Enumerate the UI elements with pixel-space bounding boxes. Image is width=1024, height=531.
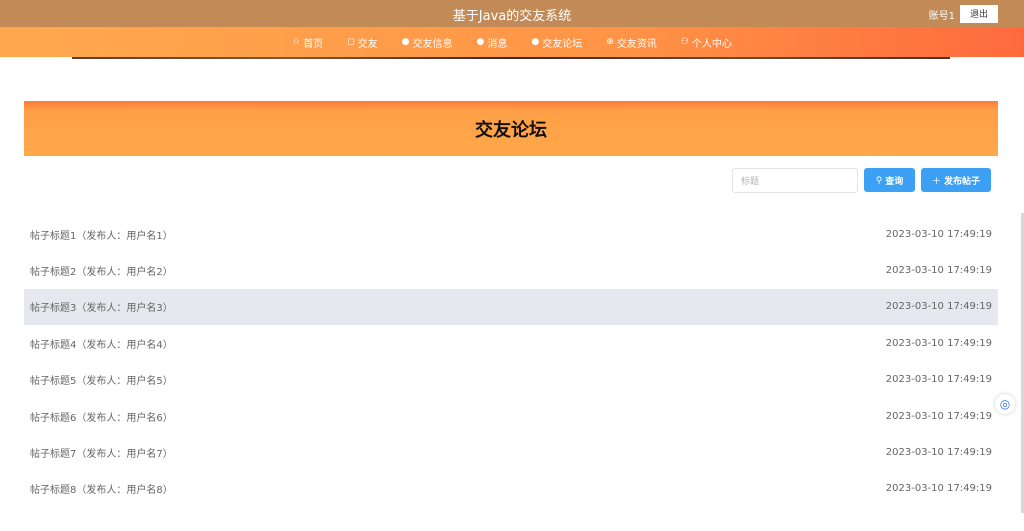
- nav-item-news[interactable]: ⊕ 交友资讯: [606, 35, 657, 50]
- nav-item-messages[interactable]: ● 消息: [477, 35, 508, 50]
- question-icon: ●: [476, 37, 485, 47]
- title-search-input[interactable]: [732, 168, 858, 193]
- post-row[interactable]: 帖子标题7（发布人：用户名7） 2023-03-10 17:49:19: [24, 434, 998, 470]
- nav-label: 首页: [303, 38, 324, 50]
- create-post-button[interactable]: ＋ 发布帖子: [921, 168, 991, 192]
- post-title: 帖子标题4（发布人：用户名4）: [30, 339, 173, 351]
- nav-label: 个人中心: [691, 38, 732, 50]
- post-title: 帖子标题6（发布人：用户名6）: [30, 412, 173, 424]
- post-row[interactable]: 帖子标题1（发布人：用户名1） 2023-03-10 17:49:19: [24, 216, 998, 252]
- nav-label: 交友资讯: [616, 38, 657, 50]
- page-header-banner: 交友论坛: [24, 101, 998, 156]
- nav-label: 交友: [357, 38, 378, 50]
- nav-item-dating[interactable]: ◻ 交友: [347, 35, 377, 50]
- nav-label: 消息: [487, 38, 508, 50]
- plus-icon: ＋: [931, 175, 941, 186]
- post-row[interactable]: 帖子标题4（发布人：用户名4） 2023-03-10 17:49:19: [24, 325, 998, 361]
- post-title: 帖子标题2（发布人：用户名2）: [30, 267, 173, 279]
- logout-button[interactable]: 退出: [960, 5, 998, 23]
- nav-label: 交友论坛: [542, 38, 583, 50]
- post-date: 2023-03-10 17:49:19: [885, 301, 992, 313]
- post-list: 帖子标题1（发布人：用户名1） 2023-03-10 17:49:19 帖子标题…: [24, 216, 998, 507]
- post-row[interactable]: 帖子标题6（发布人：用户名6） 2023-03-10 17:49:19: [24, 398, 998, 434]
- post-title: 帖子标题5（发布人：用户名5）: [30, 376, 173, 388]
- account-name[interactable]: 账号1: [929, 7, 955, 22]
- nav-label: 交友信息: [412, 38, 453, 50]
- nav-item-profile[interactable]: ⚇ 个人中心: [681, 35, 732, 50]
- main-nav: ☆ 首页 ◻ 交友 ● 交友信息 ● 消息 ● 交友论坛 ⊕ 交友资讯 ⚇ 个人…: [0, 27, 1024, 57]
- post-date: 2023-03-10 17:49:19: [885, 483, 992, 495]
- query-button[interactable]: ⚲ 查询: [864, 168, 915, 192]
- site-title: 基于Java的交友系统: [452, 9, 572, 24]
- nav-item-dating-info[interactable]: ● 交友信息: [402, 35, 453, 50]
- info-icon: ●: [401, 37, 410, 47]
- search-icon: ⚲: [875, 174, 883, 185]
- user-icon: ⚇: [680, 37, 689, 47]
- bag-icon: ◻: [347, 37, 355, 47]
- star-icon: ☆: [292, 37, 301, 47]
- post-date: 2023-03-10 17:49:19: [885, 265, 992, 277]
- post-title: 帖子标题1（发布人：用户名1）: [30, 230, 173, 242]
- floating-assistant-icon[interactable]: ◎: [995, 394, 1015, 414]
- post-row[interactable]: 帖子标题5（发布人：用户名5） 2023-03-10 17:49:19: [24, 362, 998, 398]
- post-row-hovered[interactable]: 帖子标题3（发布人：用户名3） 2023-03-10 17:49:19: [24, 288, 998, 326]
- post-title: 帖子标题7（发布人：用户名7）: [30, 449, 173, 461]
- info-circle-icon: ●: [531, 37, 540, 47]
- post-date: 2023-03-10 17:49:19: [885, 374, 992, 386]
- top-bar: 基于Java的交友系统 账号1 退出: [0, 0, 1024, 27]
- create-post-label: 发布帖子: [944, 175, 981, 186]
- post-date: 2023-03-10 17:49:19: [885, 228, 992, 240]
- post-date: 2023-03-10 17:49:19: [885, 410, 992, 422]
- post-date: 2023-03-10 17:49:19: [885, 337, 992, 349]
- post-date: 2023-03-10 17:49:19: [885, 447, 992, 459]
- post-row[interactable]: 帖子标题2（发布人：用户名2） 2023-03-10 17:49:19: [24, 252, 998, 288]
- post-title: 帖子标题3（发布人：用户名3）: [30, 303, 173, 315]
- globe-icon: ⊕: [606, 37, 614, 47]
- post-row[interactable]: 帖子标题8（发布人：用户名8） 2023-03-10 17:49:19: [24, 471, 998, 507]
- page-title: 交友论坛: [475, 119, 547, 141]
- nav-item-forum[interactable]: ● 交友论坛: [531, 35, 582, 50]
- banner-image-edge: [72, 57, 950, 59]
- post-title: 帖子标题8（发布人：用户名8）: [30, 485, 173, 497]
- query-label: 查询: [885, 175, 904, 186]
- nav-item-home[interactable]: ☆ 首页: [292, 35, 323, 50]
